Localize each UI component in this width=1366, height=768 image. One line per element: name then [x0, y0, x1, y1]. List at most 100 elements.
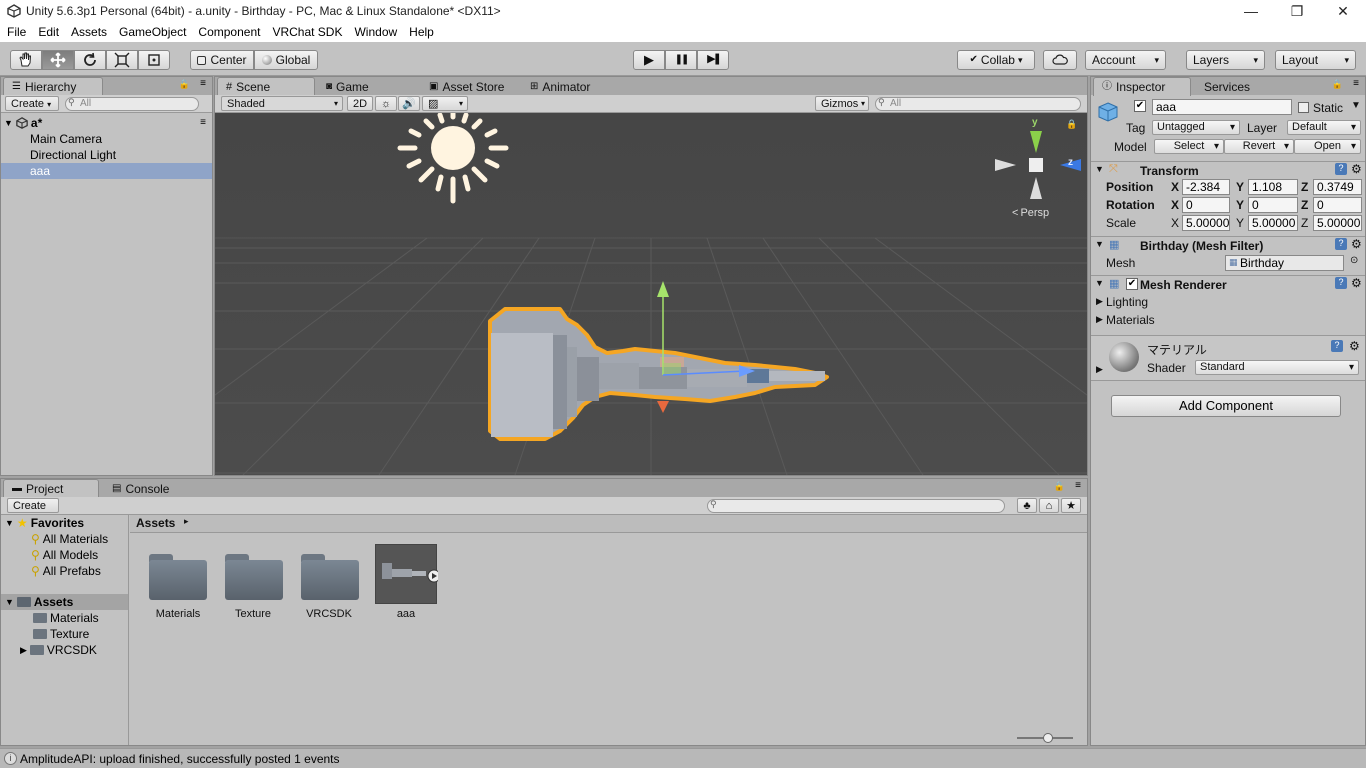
- gizmos-dropdown[interactable]: Gizmos ▾: [815, 96, 869, 111]
- model-open-button[interactable]: Open: [1294, 139, 1361, 154]
- hierarchy-search-input[interactable]: All: [65, 97, 199, 111]
- folder-item[interactable]: Materials: [1, 610, 128, 626]
- shader-dropdown[interactable]: Standard: [1195, 360, 1359, 375]
- tag-dropdown[interactable]: Untagged: [1152, 120, 1240, 135]
- panel-menu-icon[interactable]: ≡: [1075, 480, 1081, 491]
- scene-lighting-toggle[interactable]: ☼: [375, 96, 397, 111]
- filter-by-type-button[interactable]: ♣: [1017, 498, 1037, 513]
- scale-tool-button[interactable]: [106, 50, 138, 70]
- tab-project[interactable]: ▬ Project: [3, 479, 99, 498]
- gear-icon[interactable]: ⚙: [1351, 162, 1362, 176]
- close-button[interactable]: ✕: [1320, 0, 1366, 22]
- favorite-item[interactable]: ⚲ All Materials: [1, 531, 128, 547]
- position-x-field[interactable]: -2.384: [1182, 179, 1230, 195]
- expand-arrow-icon[interactable]: ▶: [1096, 296, 1103, 307]
- layers-dropdown[interactable]: Layers ▾: [1186, 50, 1265, 70]
- expand-arrow-icon[interactable]: ▼: [5, 515, 14, 531]
- minimize-button[interactable]: —: [1228, 0, 1274, 22]
- help-icon[interactable]: ?: [1335, 163, 1347, 175]
- tab-scene[interactable]: # Scene: [217, 77, 315, 96]
- filter-by-label-button[interactable]: ⌂: [1039, 498, 1059, 513]
- expand-arrow-icon[interactable]: ▶: [1096, 364, 1103, 375]
- layer-dropdown[interactable]: Default: [1287, 120, 1361, 135]
- menu-help[interactable]: Help: [403, 22, 440, 42]
- gear-icon[interactable]: ⚙: [1351, 276, 1362, 290]
- step-button[interactable]: ▶❚: [697, 50, 729, 70]
- lighting-foldout[interactable]: Lighting: [1106, 295, 1148, 309]
- tab-asset-store[interactable]: ▣ Asset Store: [420, 77, 520, 95]
- scale-z-field[interactable]: 5.00000: [1313, 215, 1362, 231]
- rotate-tool-button[interactable]: [74, 50, 106, 70]
- rect-tool-button[interactable]: [138, 50, 170, 70]
- object-picker-icon[interactable]: ⊙: [1350, 255, 1358, 266]
- menu-component[interactable]: Component: [192, 22, 266, 42]
- grid-folder-texture[interactable]: [225, 552, 283, 600]
- expand-arrow-icon[interactable]: ▼: [4, 115, 13, 131]
- mode-2d-toggle[interactable]: 2D: [347, 96, 373, 111]
- scene-menu-icon[interactable]: ≡: [200, 115, 206, 131]
- position-z-field[interactable]: 0.3749: [1313, 179, 1362, 195]
- tab-hierarchy[interactable]: ☰ Hierarchy: [3, 77, 103, 96]
- gizmo-lock-icon[interactable]: 🔒: [1066, 119, 1077, 130]
- hierarchy-item-aaa[interactable]: aaa: [1, 163, 212, 179]
- status-message[interactable]: AmplitudeAPI: upload finished, successfu…: [20, 752, 340, 766]
- model-select-button[interactable]: Select: [1154, 139, 1224, 154]
- model-revert-button[interactable]: Revert: [1224, 139, 1294, 154]
- global-space-toggle[interactable]: Global: [254, 50, 318, 70]
- expand-arrow-icon[interactable]: ▶: [20, 642, 27, 658]
- static-dropdown-icon[interactable]: ▼: [1351, 100, 1361, 111]
- tab-inspector[interactable]: ⓘ Inspector: [1093, 77, 1191, 96]
- help-icon[interactable]: ?: [1331, 340, 1343, 352]
- scene-effects-dropdown[interactable]: ▨ ▾: [422, 96, 468, 111]
- menu-assets[interactable]: Assets: [65, 22, 113, 42]
- tab-animator[interactable]: ⊞ Animator: [521, 77, 611, 95]
- rotation-z-field[interactable]: 0: [1313, 197, 1362, 213]
- assets-header[interactable]: ▼ Assets: [1, 594, 128, 610]
- favorites-button[interactable]: ★: [1061, 498, 1081, 513]
- hierarchy-item-main-camera[interactable]: Main Camera: [1, 131, 212, 147]
- lock-icon[interactable]: 🔒: [1332, 79, 1343, 90]
- grid-folder-vrcsdk[interactable]: [301, 552, 359, 600]
- help-icon[interactable]: ?: [1335, 277, 1347, 289]
- gear-icon[interactable]: ⚙: [1349, 339, 1360, 353]
- hierarchy-create-button[interactable]: Create ▾: [5, 96, 59, 111]
- object-name-field[interactable]: aaa: [1152, 99, 1292, 115]
- project-create-button[interactable]: Create ▾: [7, 498, 59, 525]
- maximize-button[interactable]: ❐: [1274, 0, 1320, 22]
- expand-arrow-icon[interactable]: ▶: [1096, 314, 1103, 325]
- menu-gameobject[interactable]: GameObject: [113, 22, 192, 42]
- mesh-object-field[interactable]: Birthday: [1225, 255, 1344, 271]
- account-dropdown[interactable]: Account ▾: [1085, 50, 1166, 70]
- grid-folder-materials[interactable]: [149, 552, 207, 600]
- menu-window[interactable]: Window: [348, 22, 403, 42]
- favorite-item[interactable]: ⚲ All Prefabs: [1, 563, 128, 579]
- position-y-field[interactable]: 1.108: [1248, 179, 1298, 195]
- breadcrumb-assets[interactable]: Assets: [136, 516, 175, 530]
- expand-arrow-icon[interactable]: ▼: [5, 594, 14, 610]
- shading-mode-dropdown[interactable]: Shaded ▾: [221, 96, 343, 111]
- scene-search-input[interactable]: All: [875, 97, 1081, 111]
- lock-icon[interactable]: 🔒: [179, 79, 190, 90]
- collapse-arrow-icon[interactable]: ▼: [1095, 239, 1104, 249]
- cloud-button[interactable]: [1043, 50, 1077, 70]
- tab-services[interactable]: Services: [1195, 77, 1277, 95]
- pause-button[interactable]: ❚❚: [665, 50, 697, 70]
- scene-root-row[interactable]: ▼ a* ≡: [1, 115, 212, 131]
- panel-menu-icon[interactable]: ≡: [200, 78, 206, 89]
- rotation-x-field[interactable]: 0: [1182, 197, 1230, 213]
- panel-menu-icon[interactable]: ≡: [1353, 78, 1359, 89]
- collapse-arrow-icon[interactable]: ▼: [1095, 278, 1104, 288]
- menu-vrchat-sdk[interactable]: VRChat SDK: [266, 22, 348, 42]
- rotation-y-field[interactable]: 0: [1248, 197, 1298, 213]
- tab-console[interactable]: ▤ Console: [103, 479, 193, 497]
- collab-dropdown[interactable]: ✔ Collab ▾: [957, 50, 1035, 70]
- collapse-arrow-icon[interactable]: ▼: [1095, 164, 1104, 174]
- menu-file[interactable]: File: [1, 22, 32, 42]
- active-checkbox[interactable]: ✔: [1134, 100, 1146, 112]
- move-tool-button[interactable]: [42, 50, 74, 70]
- scale-y-field[interactable]: 5.00000: [1248, 215, 1298, 231]
- scale-x-field[interactable]: 5.00000: [1182, 215, 1230, 231]
- folder-item[interactable]: Texture: [1, 626, 128, 642]
- lock-icon[interactable]: 🔒: [1054, 481, 1065, 492]
- menu-edit[interactable]: Edit: [32, 22, 65, 42]
